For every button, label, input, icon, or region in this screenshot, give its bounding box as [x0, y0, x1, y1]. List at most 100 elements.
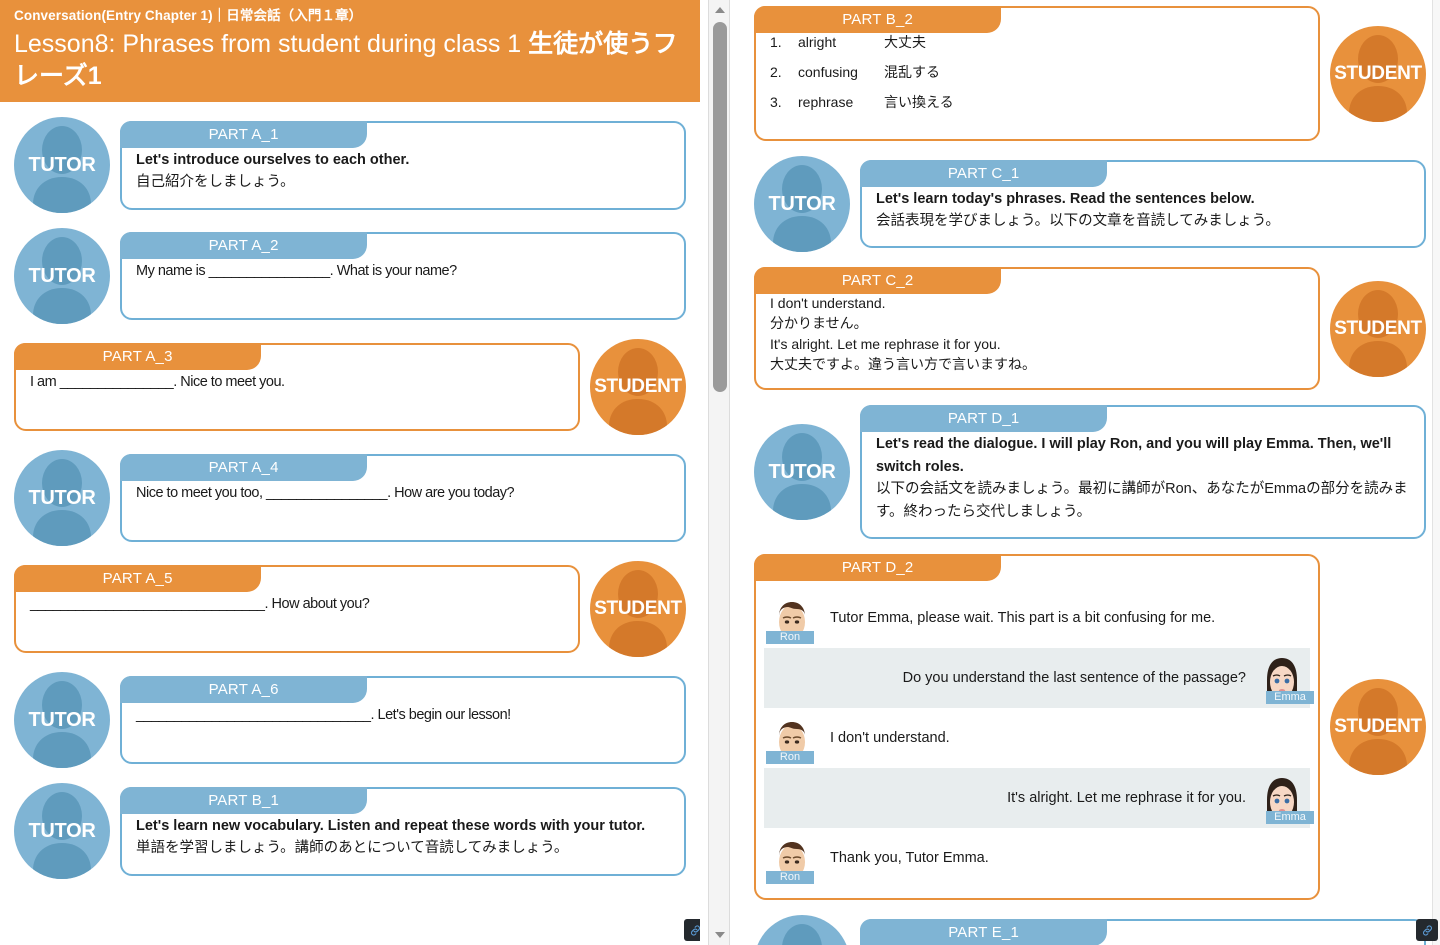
- vocabulary-list: 1. alright 大丈夫 2. confusing 混乱する 3. reph…: [770, 34, 1304, 110]
- avatar-label: STUDENT: [594, 376, 682, 398]
- part-label: PART B_2: [754, 6, 1002, 33]
- avatar-label: TUTOR: [28, 264, 96, 287]
- card-text-en: My name is ________________. What is you…: [136, 263, 457, 280]
- part-label: PART B_1: [120, 786, 368, 814]
- part-label: PART A_1: [120, 120, 368, 148]
- page-title-en: Lesson8: Phrases from student during cla…: [14, 30, 522, 59]
- sentence-line: 大丈夫ですよ。違う言い方で言いますね。: [770, 355, 1036, 372]
- part-label: PART A_5: [14, 565, 262, 593]
- lesson-card: PART B_1 Let's learn new vocabulary. Lis…: [120, 786, 686, 876]
- lesson-page: Conversation(Entry Chapter 1)｜日常会話（入門１章）…: [0, 0, 1440, 945]
- vocabulary-item: 2. confusing 混乱する: [770, 64, 1304, 81]
- scroll-up-arrow-icon: [715, 7, 725, 13]
- vocab-japanese: 混乱する: [884, 63, 940, 80]
- vocabulary-item: 3. rephrase 言い換える: [770, 94, 1304, 111]
- card-text-en: Let's introduce ourselves to each other.: [136, 151, 410, 168]
- card-text-en: Let's learn today's phrases. Read the se…: [876, 190, 1255, 207]
- vocab-english: alright: [798, 34, 837, 50]
- lesson-card: PART A_2 My name is ________________. Wh…: [120, 232, 686, 321]
- card-text-en: _______________________________. How abo…: [30, 596, 370, 613]
- avatar-label: TUTOR: [28, 819, 96, 842]
- lesson-card-row: TUTOR PART A_6 _________________________…: [0, 672, 700, 769]
- avatar-label: TUTOR: [28, 486, 96, 509]
- vertical-scrollbar[interactable]: [708, 0, 730, 945]
- card-text-jp: 以下の会話文を読みましょう。最初に講師がRon、あなたがEmmaの部分を読みます…: [876, 481, 1408, 520]
- card-body: My name is ________________. What is you…: [136, 260, 670, 282]
- avatar-label: STUDENT: [1334, 716, 1422, 738]
- card-text-jp: 単語を学習しましょう。講師のあとについて音読してみましょう。: [136, 840, 569, 857]
- avatar-tutor: TUTOR: [754, 424, 850, 521]
- portrait-emma: Emma: [1260, 772, 1314, 825]
- lesson-card-row: PART A_3 I am _______________. Nice to m…: [0, 339, 700, 436]
- portrait-ron: Ron: [766, 712, 814, 765]
- avatar-tutor: TUTOR: [14, 450, 110, 547]
- vocab-english: confusing: [798, 63, 858, 80]
- person-silhouette-icon: [782, 924, 822, 945]
- scroll-down-arrow-icon: [715, 932, 725, 938]
- avatar-label: STUDENT: [1334, 317, 1422, 339]
- lesson-card: PART A_5 _______________________________…: [14, 565, 580, 654]
- avatar-tutor: TUTOR: [754, 156, 850, 252]
- avatar-label: TUTOR: [28, 153, 96, 176]
- lesson-card: PART C_2 I don't understand. 分かりません。 It'…: [754, 267, 1320, 391]
- link-badge[interactable]: [1416, 919, 1438, 941]
- avatar-student: STUDENT: [1330, 280, 1426, 377]
- link-icon: [690, 924, 700, 936]
- right-edge-scrollbar[interactable]: [1432, 0, 1440, 945]
- avatar-student: STUDENT: [590, 339, 686, 436]
- dialogue-line: Ron Thank you, Tutor Emma.: [764, 828, 1310, 888]
- speaker-name: Ron: [766, 631, 814, 645]
- dialogue-list: Ron Tutor Emma, please wait. This part i…: [764, 588, 1314, 888]
- scrollbar-thumb[interactable]: [713, 22, 727, 392]
- card-text-en: Let's learn new vocabulary. Listen and r…: [136, 817, 646, 834]
- vocab-number: 1.: [770, 34, 782, 50]
- lesson-card-row: TUTOR PART E_1: [740, 915, 1440, 945]
- part-label: PART C_2: [754, 267, 1002, 294]
- lesson-card-row: TUTOR PART A_4 Nice to meet you too, ___…: [0, 450, 700, 547]
- avatar-label: TUTOR: [28, 708, 96, 731]
- page-title: Lesson8: Phrases from student during cla…: [14, 28, 686, 92]
- lesson-banner: Conversation(Entry Chapter 1)｜日常会話（入門１章）…: [0, 0, 700, 103]
- part-label: PART A_6: [120, 676, 368, 704]
- part-label: PART A_3: [14, 343, 262, 371]
- dialogue-text: It's alright. Let me rephrase it for you…: [1007, 790, 1246, 807]
- dialogue-text: Do you understand the last sentence of t…: [902, 670, 1246, 687]
- scroll-up-button[interactable]: [709, 2, 731, 18]
- vocabulary-item: 1. alright 大丈夫: [770, 34, 1304, 51]
- speaker-name: Emma: [1266, 811, 1314, 825]
- card-body: Let's learn new vocabulary. Listen and r…: [136, 815, 670, 860]
- avatar-student: STUDENT: [590, 561, 686, 658]
- part-label: PART A_2: [120, 232, 368, 260]
- lesson-card: PART A_1 Let's introduce ourselves to ea…: [120, 120, 686, 210]
- card-body: I don't understand. 分かりません。 It's alright…: [770, 293, 1304, 374]
- lesson-card: PART A_6 _______________________________…: [120, 676, 686, 765]
- lesson-card: PART C_1 Let's learn today's phrases. Re…: [860, 159, 1426, 249]
- speaker-name: Ron: [766, 871, 814, 885]
- avatar-tutor: TUTOR: [754, 915, 850, 945]
- lesson-card: PART A_4 Nice to meet you too, _________…: [120, 454, 686, 543]
- avatar-label: TUTOR: [768, 192, 836, 215]
- card-text-en: Let's read the dialogue. I will play Ron…: [876, 436, 1392, 475]
- lesson-card-row: TUTOR PART A_1 Let's introduce ourselves…: [0, 117, 700, 214]
- vocab-english: rephrase: [798, 93, 854, 110]
- card-text-en: Nice to meet you too, ________________. …: [136, 485, 515, 502]
- scroll-down-button[interactable]: [709, 927, 731, 943]
- portrait-emma: Emma: [1260, 652, 1314, 705]
- part-label: PART E_1: [860, 919, 1108, 945]
- portrait-ron: Ron: [766, 832, 814, 885]
- vocab-japanese: 大丈夫: [884, 34, 926, 50]
- card-text-en: _______________________________. Let's b…: [136, 707, 511, 724]
- speaker-name: Ron: [766, 751, 814, 765]
- avatar-tutor: TUTOR: [14, 783, 110, 880]
- card-body: _______________________________. Let's b…: [136, 704, 670, 726]
- card-body: _______________________________. How abo…: [30, 593, 564, 615]
- lesson-card-row: PART D_2 Ron Tutor Emma, please wait. Th…: [740, 554, 1440, 901]
- link-badge[interactable]: [684, 919, 700, 941]
- sentence-line: It's alright. Let me rephrase it for you…: [770, 335, 1001, 352]
- link-icon: [1422, 924, 1432, 936]
- avatar-label: TUTOR: [768, 460, 836, 483]
- card-text-jp: 自己紹介をしましょう。: [136, 174, 295, 191]
- dialogue-line: Do you understand the last sentence of t…: [764, 648, 1314, 709]
- avatar-tutor: TUTOR: [14, 672, 110, 769]
- lesson-card-row: TUTOR PART D_1 Let's read the dialogue. …: [740, 405, 1440, 540]
